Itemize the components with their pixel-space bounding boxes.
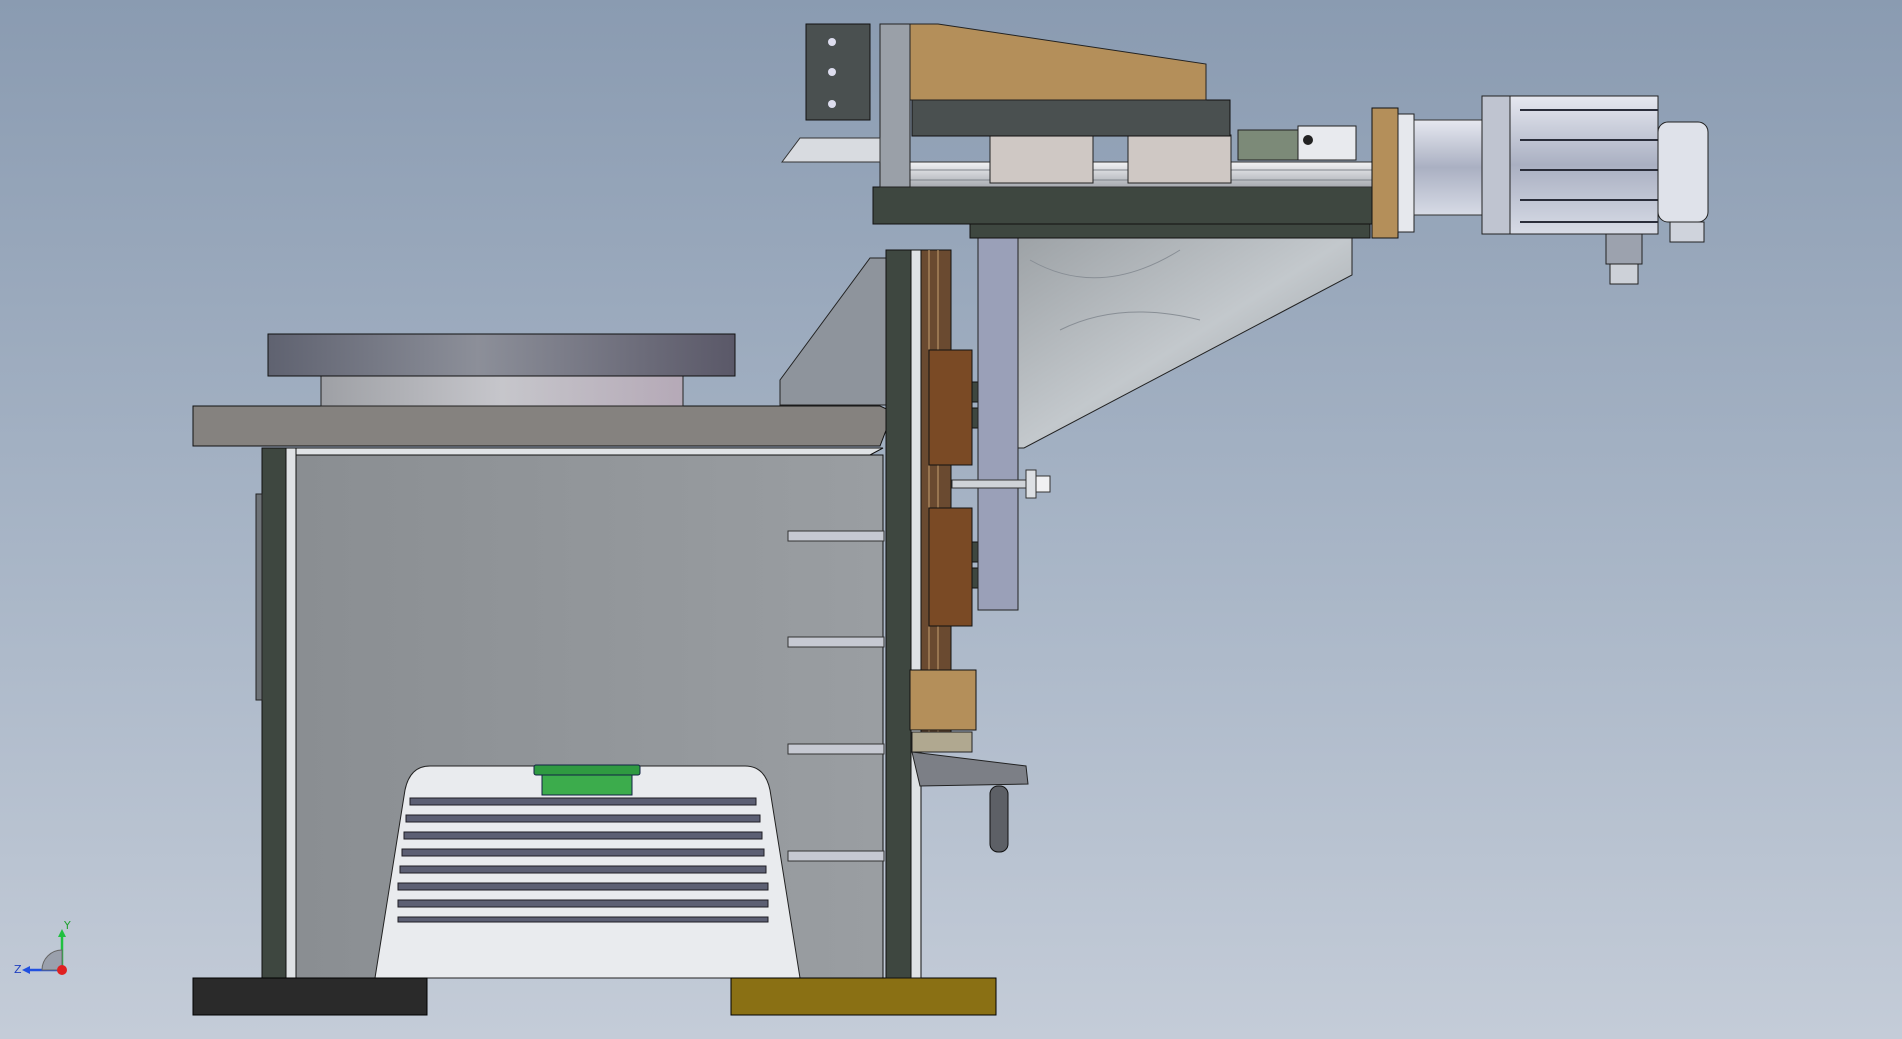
olive-foot <box>730 977 997 1016</box>
shaft-coupling <box>1237 125 1357 161</box>
rotary-disc <box>267 333 736 407</box>
upper-left-bracket <box>781 23 911 188</box>
black-foot <box>192 977 428 1016</box>
carriage-plate <box>977 235 1019 611</box>
lower-bracket <box>909 669 977 753</box>
mechanical-assembly-model[interactable] <box>0 0 1902 1039</box>
heat-sink-arch <box>374 764 801 979</box>
x-axis-icon <box>57 965 67 975</box>
green-flange <box>533 764 641 796</box>
y-axis-label: Y <box>63 919 71 932</box>
cad-viewport[interactable]: Y Z <box>0 0 1902 1039</box>
z-axis-label: Z <box>14 963 22 976</box>
marble-support-block <box>1017 235 1353 449</box>
upper-cover <box>909 23 1231 137</box>
servo-motor <box>1371 95 1709 285</box>
top-table-plate <box>192 405 894 447</box>
coordinate-triad: Y Z <box>14 919 71 976</box>
column-gusset <box>779 257 887 406</box>
left-frame-post <box>255 447 297 979</box>
handwheel[interactable] <box>911 751 1029 853</box>
